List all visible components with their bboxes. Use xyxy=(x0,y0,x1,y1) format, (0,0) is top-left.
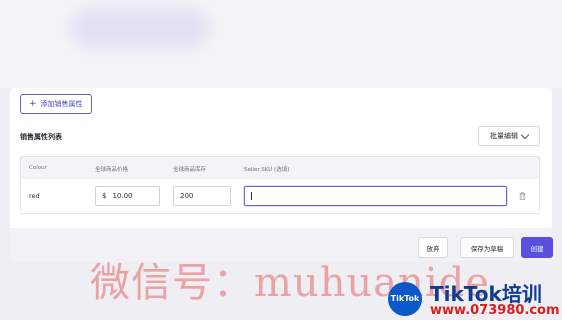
stock-input[interactable]: 200 xyxy=(173,186,231,206)
text-caret xyxy=(251,192,252,200)
add-sales-attribute-button[interactable]: + 添加销售属性 xyxy=(20,94,92,114)
blurred-header xyxy=(0,0,562,88)
table-row: red $ 10.00 200 xyxy=(21,179,539,213)
add-sales-attribute-label: 添加销售属性 xyxy=(40,100,83,108)
column-header-seller-sku: Seller SKU (选填) xyxy=(244,167,290,173)
column-header-colour: Colour xyxy=(29,165,47,171)
stock-value: 200 xyxy=(180,192,194,200)
price-input[interactable]: $ 10.00 xyxy=(95,186,160,206)
price-value: 10.00 xyxy=(112,192,133,200)
plus-icon: + xyxy=(29,98,37,109)
chevron-down-icon xyxy=(520,130,530,139)
table-header: Colour 全球商品价格 全球商品库存 Seller SKU (选填) xyxy=(21,157,539,179)
bulk-edit-label: 批量编辑 xyxy=(490,132,518,140)
bulk-edit-dropdown[interactable]: 批量编辑 xyxy=(478,126,540,146)
logo-text: TikTok xyxy=(390,294,420,303)
brand-url: www.073980.com xyxy=(430,303,560,318)
section-title: 销售属性列表 xyxy=(20,133,62,141)
tiktok-logo: TikTok xyxy=(388,282,428,316)
create-button[interactable]: 创建 xyxy=(521,237,553,258)
blurred-title xyxy=(70,8,210,48)
seller-sku-input[interactable] xyxy=(244,186,507,206)
colour-value: red xyxy=(29,192,40,200)
sales-attributes-table: Colour 全球商品价格 全球商品库存 Seller SKU (选填) red… xyxy=(20,156,540,214)
column-header-price: 全球商品价格 xyxy=(95,167,129,173)
column-header-stock: 全球商品库存 xyxy=(173,167,207,173)
trash-icon[interactable] xyxy=(519,192,526,200)
currency-symbol: $ xyxy=(102,192,107,200)
